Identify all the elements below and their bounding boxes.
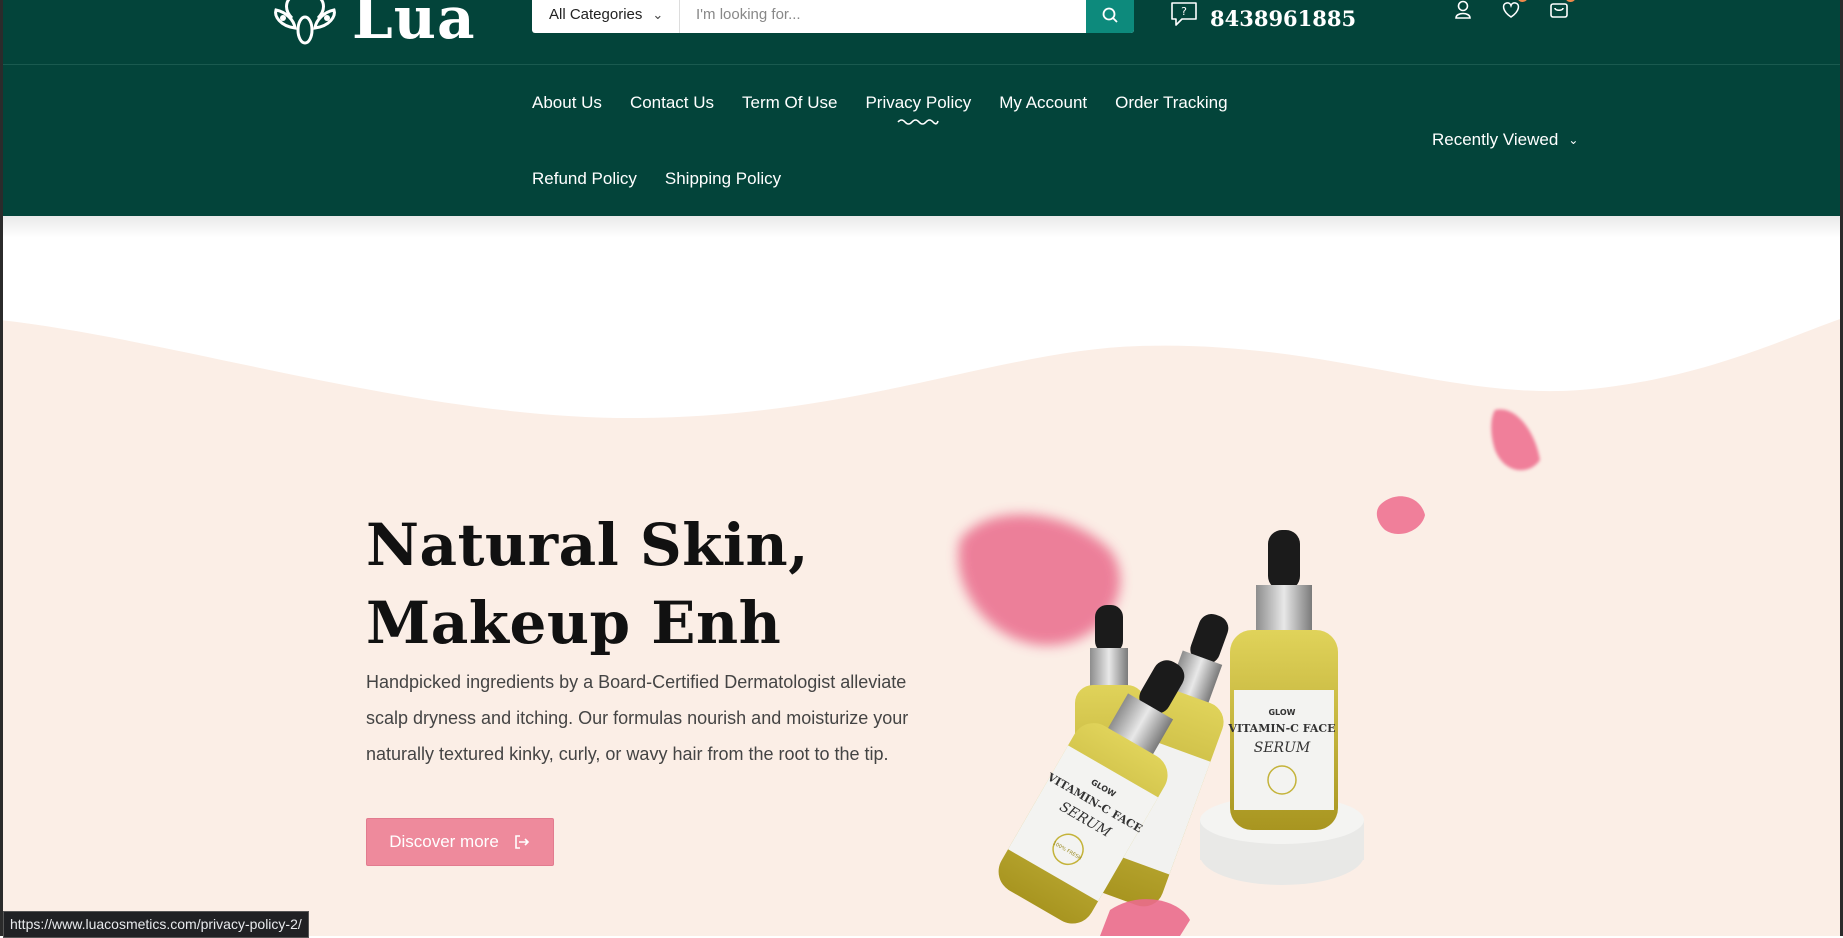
petal-decoration-top [1491,409,1540,471]
hero-product-image: GLOW VITAMIN-C FACE SERUM GLOW VITAMIN-C… [958,409,1540,936]
discover-more-button[interactable]: Discover more [366,818,554,866]
search-icon [1102,7,1118,23]
cart-button[interactable] [1546,0,1576,22]
heart-icon [1502,2,1520,18]
hero-title-line-1: Natural Skin, [366,511,809,579]
recently-viewed-label: Recently Viewed [1432,130,1559,149]
search-button[interactable] [1086,0,1134,33]
top-header: Lua All Categories ⌄ ? 8438961885 [0,0,1843,65]
wishlist-button[interactable] [1498,0,1528,22]
nav-link-shipping-policy[interactable]: Shipping Policy [665,169,781,189]
recently-viewed-dropdown[interactable]: Recently Viewed ⌄ [1432,130,1578,150]
nav-link-privacy-policy-label: Privacy Policy [865,93,972,112]
cart-icon [1550,3,1568,18]
status-bar-url: https://www.luacosmetics.com/privacy-pol… [3,911,309,938]
nav-link-privacy-policy[interactable]: Privacy Policy [865,93,972,125]
category-select-label: All Categories [549,6,643,23]
squiggle-underline-icon [897,119,940,125]
user-icon [1455,0,1471,19]
nav-link-about-us[interactable]: About Us [532,93,602,113]
header-actions [1450,0,1576,22]
hero-title: Natural Skin, Makeup Enh [366,506,809,662]
hero-title-line-2: Makeup Enh [366,589,782,657]
window-left-edge [0,0,3,936]
nav-row-primary: About Us Contact Us Term Of Use Privacy … [532,93,1256,125]
nav-link-term-of-use[interactable]: Term Of Use [742,93,837,113]
nav-link-refund-policy[interactable]: Refund Policy [532,169,637,189]
nav-link-my-account[interactable]: My Account [999,93,1087,113]
nav-row-secondary: Refund Policy Shipping Policy [532,169,809,189]
nav-link-contact-us[interactable]: Contact Us [630,93,714,113]
serum-bottle-front-right: GLOW VITAMIN-C FACE SERUM [1200,530,1364,885]
label-brand-right: GLOW [1268,708,1295,717]
discover-more-label: Discover more [389,832,499,851]
brand-logo[interactable]: Lua [270,0,476,48]
chevron-down-icon: ⌄ [1568,133,1579,147]
chat-question-icon: ? [1171,1,1197,26]
category-select[interactable]: All Categories ⌄ [532,0,680,33]
search-input[interactable] [680,0,1086,33]
account-button[interactable] [1450,0,1476,22]
svg-text:?: ? [1181,5,1187,18]
logout-arrow-icon [514,835,529,849]
nav-link-order-tracking[interactable]: Order Tracking [1115,93,1227,113]
search-bar: All Categories ⌄ [532,0,1134,33]
petal-decoration-bottom [1100,899,1190,936]
contact-phone[interactable]: ? 8438961885 [1168,0,1356,31]
main-navigation: About Us Contact Us Term Of Use Privacy … [0,65,1843,216]
brand-name: Lua [352,0,476,52]
petal-decoration-small [1376,496,1425,535]
phone-number: 8438961885 [1210,6,1357,31]
label-name-right: VITAMIN-C FACE [1227,722,1335,735]
chevron-down-icon: ⌄ [652,6,664,22]
leaf-logo-icon [274,0,336,45]
hero-description: Handpicked ingredients by a Board-Certif… [366,672,909,764]
label-type-right: SERUM [1254,740,1311,756]
